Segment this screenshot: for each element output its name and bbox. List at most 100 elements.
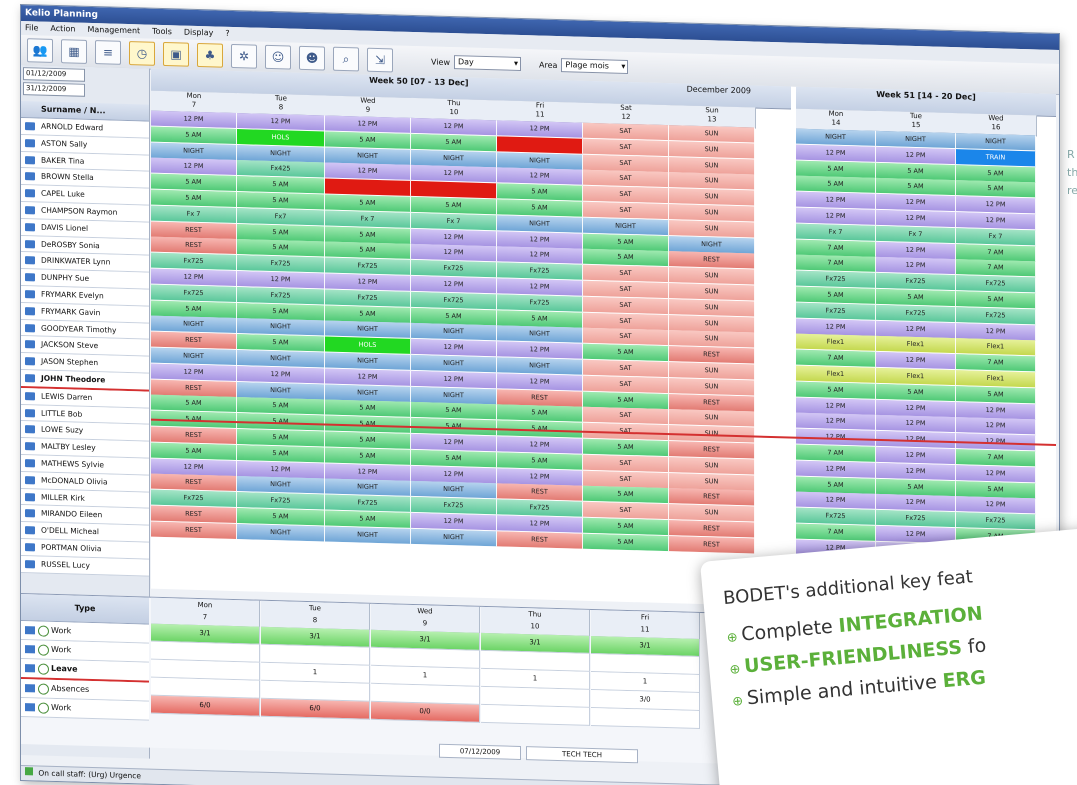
menu-item[interactable]: Management xyxy=(87,23,140,38)
shift-cell[interactable]: SAT xyxy=(583,454,669,472)
shift-cell[interactable]: 5 AM xyxy=(796,381,876,399)
shift-cell[interactable]: REST xyxy=(669,393,755,412)
shift-cell[interactable]: 5 AM xyxy=(325,305,411,323)
shift-cell[interactable]: 5 AM xyxy=(796,160,876,178)
shift-cell[interactable]: 12 PM xyxy=(876,399,956,417)
shift-cell[interactable]: 12 PM xyxy=(411,228,497,246)
shift-cell[interactable]: REST xyxy=(151,521,237,539)
shift-cell[interactable]: 12 PM xyxy=(411,339,497,357)
end-date-field[interactable]: 31/12/2009 xyxy=(23,82,85,97)
user-add-icon[interactable]: ☺ xyxy=(265,44,291,70)
shift-cell[interactable]: 12 PM xyxy=(956,212,1036,230)
shift-cell[interactable]: REST xyxy=(669,346,755,364)
shift-cell[interactable]: Flex1 xyxy=(796,365,876,383)
shift-cell[interactable]: 5 AM xyxy=(876,383,956,401)
shift-cell[interactable]: 12 PM xyxy=(497,120,583,138)
shift-cell[interactable]: 12 PM xyxy=(151,458,237,476)
shift-cell[interactable]: 5 AM xyxy=(325,431,411,449)
shift-cell[interactable]: 5 AM xyxy=(151,189,237,208)
shift-cell[interactable]: Flex1 xyxy=(876,336,956,354)
shift-cell[interactable] xyxy=(325,178,411,197)
shift-cell[interactable]: Fx725 xyxy=(497,499,583,517)
shift-cell[interactable]: SUN xyxy=(669,298,755,317)
shift-cell[interactable]: 12 PM xyxy=(796,191,876,210)
shift-cell[interactable]: 5 AM xyxy=(237,302,325,321)
settings-icon[interactable]: ✲ xyxy=(231,43,257,69)
shift-cell[interactable]: NIGHT xyxy=(411,481,497,499)
shift-cell[interactable]: Fx725 xyxy=(237,492,325,510)
shift-cell[interactable]: 12 PM xyxy=(956,464,1036,483)
shift-cell[interactable]: 12 PM xyxy=(497,167,583,186)
shift-cell[interactable]: 7 AM xyxy=(796,349,876,368)
shift-cell[interactable] xyxy=(411,181,497,199)
shift-cell[interactable]: 12 PM xyxy=(497,373,583,391)
shift-cell[interactable]: 12 PM xyxy=(796,492,876,510)
shift-cell[interactable]: Fx725 xyxy=(956,306,1036,325)
shift-cell[interactable]: 12 PM xyxy=(956,322,1036,340)
shift-cell[interactable]: 12 PM xyxy=(411,370,497,389)
shift-cell[interactable]: 5 AM xyxy=(325,510,411,528)
shift-cell[interactable]: 12 PM xyxy=(151,363,237,381)
shift-cell[interactable]: 12 PM xyxy=(876,462,956,480)
shift-cell[interactable]: SAT xyxy=(583,501,669,520)
shift-cell[interactable]: 12 PM xyxy=(497,278,583,296)
shift-cell[interactable]: 12 PM xyxy=(796,207,876,225)
shift-cell[interactable]: SUN xyxy=(669,125,755,143)
shift-cell[interactable]: 12 PM xyxy=(237,460,325,479)
shift-cell[interactable]: 5 AM xyxy=(151,300,237,318)
shift-cell[interactable]: Fx 7 xyxy=(151,205,237,223)
shift-cell[interactable]: Fx 7 xyxy=(411,212,497,231)
type-row[interactable]: Work xyxy=(21,698,149,721)
shift-cell[interactable]: Fx 7 xyxy=(956,227,1036,246)
shift-cell[interactable]: 12 PM xyxy=(325,368,411,386)
shift-cell[interactable]: 5 AM xyxy=(876,478,956,496)
shift-cell[interactable]: 5 AM xyxy=(876,162,956,180)
shift-cell[interactable]: SUN xyxy=(669,283,755,301)
start-date-field[interactable]: 01/12/2009 xyxy=(23,67,85,82)
shift-cell[interactable]: 5 AM xyxy=(237,223,325,242)
shift-cell[interactable]: Fx725 xyxy=(237,286,325,305)
shift-cell[interactable]: REST xyxy=(497,388,583,407)
shift-cell[interactable]: Fx425 xyxy=(237,160,325,178)
shift-cell[interactable]: 12 PM xyxy=(956,401,1036,419)
shift-cell[interactable]: 5 AM xyxy=(151,173,237,192)
shift-cell[interactable]: 12 PM xyxy=(796,318,876,336)
shift-cell[interactable]: REST xyxy=(669,251,755,269)
shift-cell[interactable]: 12 PM xyxy=(876,241,956,259)
shift-cell[interactable]: 5 AM xyxy=(411,133,497,152)
shift-cell[interactable]: 12 PM xyxy=(497,246,583,265)
shift-cell[interactable]: 12 PM xyxy=(151,268,237,287)
shift-cell[interactable]: REST xyxy=(151,474,237,492)
shift-cell[interactable]: 12 PM xyxy=(956,196,1036,214)
shift-cell[interactable]: 5 AM xyxy=(151,442,237,460)
shift-cell[interactable]: 12 PM xyxy=(796,460,876,478)
shift-cell[interactable]: 5 AM xyxy=(583,517,669,536)
shift-cell[interactable]: NIGHT xyxy=(237,476,325,494)
shift-cell[interactable]: 5 AM xyxy=(325,447,411,465)
shift-cell[interactable]: NIGHT xyxy=(325,147,411,165)
shift-cell[interactable]: 5 AM xyxy=(796,476,876,494)
shift-cell[interactable]: NIGHT xyxy=(411,354,497,373)
shift-cell[interactable]: 5 AM xyxy=(497,183,583,201)
type-column-header[interactable]: Type xyxy=(21,594,149,625)
shift-cell[interactable]: NIGHT xyxy=(237,318,325,336)
shift-cell[interactable]: 5 AM xyxy=(237,397,325,415)
tree-icon[interactable]: ♣ xyxy=(197,42,223,68)
shift-cell[interactable]: 12 PM xyxy=(497,230,583,249)
shift-cell[interactable]: NIGHT xyxy=(411,323,497,341)
shift-cell[interactable]: 12 PM xyxy=(237,365,325,384)
shift-cell[interactable]: 12 PM xyxy=(411,165,497,183)
shift-cell[interactable]: 12 PM xyxy=(411,275,497,294)
shift-cell[interactable]: REST xyxy=(669,535,755,554)
shift-cell[interactable]: Flex1 xyxy=(876,367,956,386)
clock-icon[interactable]: ◷ xyxy=(129,41,155,66)
view-select[interactable]: Day xyxy=(453,55,521,71)
shift-cell[interactable]: 12 PM xyxy=(237,113,325,131)
shift-cell[interactable]: 5 AM xyxy=(583,233,669,251)
shift-cell[interactable]: Fx725 xyxy=(151,489,237,508)
shift-cell[interactable]: Fx725 xyxy=(956,512,1036,530)
shift-cell[interactable]: Fx725 xyxy=(325,494,411,513)
shift-cell[interactable]: 7 AM xyxy=(796,239,876,257)
shift-cell[interactable]: 7 AM xyxy=(956,243,1036,261)
shift-cell[interactable]: 12 PM xyxy=(497,515,583,533)
